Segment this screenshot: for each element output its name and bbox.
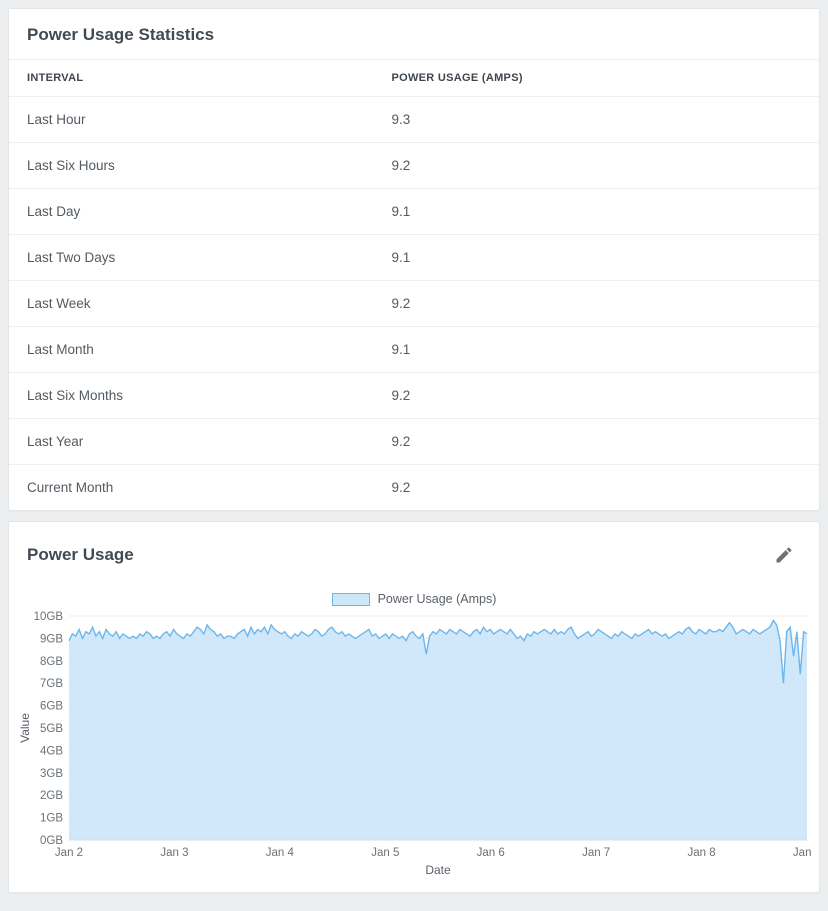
stats-interval-cell: Last Month [9,327,374,373]
stats-value-cell: 9.1 [374,327,820,373]
stats-value-cell: 9.2 [374,143,820,189]
power-usage-chart: 0GB 1GB 2GB 3GB 4GB 5GB 6GB 7GB 8GB 9GB 10GB Jan 2 J… [17,610,813,878]
x-tick-label: Jan 5 [371,847,399,859]
chart-card-title: Power Usage [27,545,134,565]
y-tick-label: 3GB [40,768,63,780]
stats-interval-cell: Current Month [9,465,374,511]
stats-card-title: Power Usage Statistics [9,9,819,59]
chart-legend: Power Usage (Amps) [17,586,811,610]
stats-value-cell: 9.3 [374,97,820,143]
stats-value-cell: 9.2 [374,419,820,465]
x-tick-label: Jan 7 [582,847,610,859]
y-tick-label: 1GB [40,813,63,825]
stats-interval-cell: Last Two Days [9,235,374,281]
stats-interval-cell: Last Year [9,419,374,465]
y-tick-label: 8GB [40,656,63,668]
x-tick-label: Jan 2 [55,847,83,859]
power-usage-chart-card: Power Usage Power Usage (Amps) 0GB 1GB 2GB… [8,521,820,893]
table-row: Last Hour9.3 [9,97,819,143]
y-tick-label: 2GB [40,790,63,802]
stats-interval-cell: Last Day [9,189,374,235]
table-row: Last Week9.2 [9,281,819,327]
pencil-icon [774,545,794,565]
x-tick-label: Jan 6 [477,847,505,859]
stats-value-cell: 9.2 [374,281,820,327]
stats-col-value: POWER USAGE (AMPS) [374,60,820,97]
y-tick-label: 5GB [40,723,63,735]
table-row: Last Month9.1 [9,327,819,373]
stats-interval-cell: Last Week [9,281,374,327]
y-axis-label: Value [18,713,32,743]
y-tick-label: 7GB [40,678,63,690]
x-tick-label: Jan 4 [266,847,295,859]
x-tick-label: Jan 8 [688,847,716,859]
stats-value-cell: 9.1 [374,235,820,281]
table-row: Last Six Months9.2 [9,373,819,419]
chart-area-fill [69,620,807,840]
stats-interval-cell: Last Hour [9,97,374,143]
y-tick-label: 10GB [34,611,64,623]
power-usage-statistics-card: Power Usage Statistics INTERVAL POWER US… [8,8,820,511]
legend-swatch [332,593,370,606]
stats-interval-cell: Last Six Months [9,373,374,419]
edit-chart-button[interactable] [767,538,801,572]
stats-interval-cell: Last Six Hours [9,143,374,189]
stats-table: INTERVAL POWER USAGE (AMPS) Last Hour9.3… [9,59,819,510]
y-tick-label: 9GB [40,633,63,645]
x-axis-label: Date [425,863,451,877]
table-row: Last Six Hours9.2 [9,143,819,189]
legend-label: Power Usage (Amps) [378,592,497,606]
table-row: Current Month9.2 [9,465,819,511]
stats-value-cell: 9.2 [374,465,820,511]
table-row: Last Day9.1 [9,189,819,235]
stats-value-cell: 9.1 [374,189,820,235]
x-tick-label: Jan 9 [793,847,813,859]
table-row: Last Year9.2 [9,419,819,465]
stats-col-interval: INTERVAL [9,60,374,97]
y-tick-label: 4GB [40,745,63,757]
table-row: Last Two Days9.1 [9,235,819,281]
y-tick-label: 0GB [40,835,63,847]
stats-value-cell: 9.2 [374,373,820,419]
x-tick-label: Jan 3 [160,847,188,859]
y-tick-label: 6GB [40,701,63,713]
